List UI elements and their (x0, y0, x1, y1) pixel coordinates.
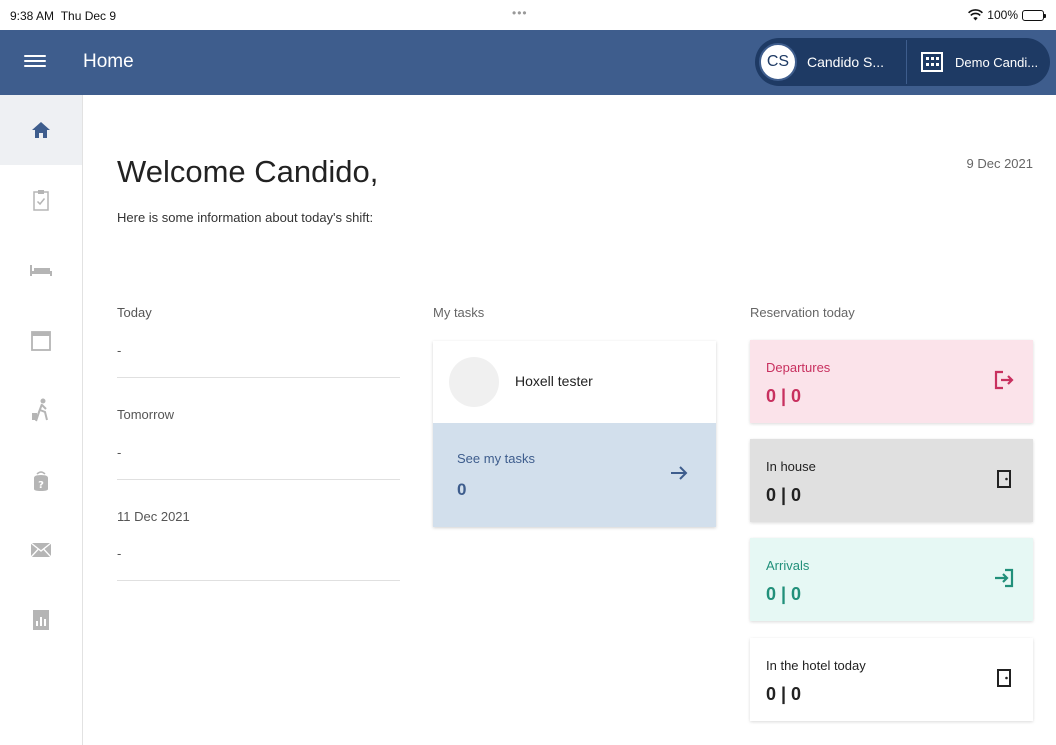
calendar-icon (31, 331, 51, 351)
shift-tomorrow: Tomorrow - (117, 407, 400, 480)
sidebar-item-messages[interactable] (0, 515, 82, 585)
departures-title: Departures (766, 360, 831, 375)
page-title: Home (83, 51, 134, 72)
sidebar: ? (0, 95, 83, 745)
shift-value: - (117, 445, 122, 460)
avatar[interactable]: CS (759, 43, 797, 81)
clipboard-check-icon (33, 190, 49, 211)
shift-title: Tomorrow (117, 407, 175, 422)
arrivals-value: 0 | 0 (766, 584, 802, 604)
sidebar-item-rooms[interactable] (0, 235, 82, 305)
see-my-tasks-button[interactable]: See my tasks 0 (433, 423, 716, 527)
shift-11-dec: 11 Dec 2021 - (117, 509, 400, 581)
shift-value: - (117, 546, 122, 561)
in-house-card[interactable]: In house 0 | 0 (750, 439, 1033, 522)
app-bar: Home CS Candido S... Demo Candi... (0, 30, 1056, 95)
arrow-right-icon (671, 466, 688, 480)
bag-question-icon: ? (34, 471, 48, 491)
welcome-subtitle: Here is some information about today's s… (117, 210, 374, 225)
assignee-avatar (449, 357, 499, 407)
door-enter-icon (995, 568, 1014, 588)
in-house-title: In house (766, 459, 816, 474)
door-exit-icon (994, 370, 1014, 390)
sidebar-item-home[interactable] (0, 95, 82, 165)
in-hotel-today-value: 0 | 0 (766, 684, 802, 704)
user-name[interactable]: Candido S... (807, 54, 897, 70)
battery-icon (1022, 9, 1046, 21)
in-house-value: 0 | 0 (766, 485, 802, 505)
in-hotel-today-card[interactable]: In the hotel today 0 | 0 (750, 638, 1033, 721)
tasks-card: Hoxell tester See my tasks 0 (433, 341, 716, 527)
status-bar: 9:38 AM Thu Dec 9 ••• 100% (0, 0, 1056, 30)
current-date: 9 Dec 2021 (966, 156, 1034, 171)
arrivals-card[interactable]: Arrivals 0 | 0 (750, 538, 1033, 621)
shift-today: Today - (117, 305, 400, 378)
assignee-name: Hoxell tester (515, 373, 593, 389)
battery-percent: 100% (987, 8, 1018, 22)
welcome-heading: Welcome Candido, (117, 154, 379, 189)
sidebar-item-guests[interactable] (0, 375, 82, 445)
departures-card[interactable]: Departures 0 | 0 (750, 340, 1033, 423)
arrivals-title: Arrivals (766, 558, 810, 573)
status-time: 9:38 AM Thu Dec 9 (10, 9, 117, 23)
sidebar-item-calendar[interactable] (0, 305, 82, 375)
task-assignee-row[interactable]: Hoxell tester (433, 341, 716, 423)
svg-text:?: ? (38, 480, 44, 491)
status-indicators: 100% (968, 8, 1046, 22)
wifi-icon (968, 9, 984, 21)
departures-value: 0 | 0 (766, 386, 802, 406)
in-hotel-today-title: In the hotel today (766, 658, 866, 673)
sidebar-item-reports[interactable] (0, 585, 82, 655)
menu-icon[interactable] (22, 52, 48, 74)
multitask-dots[interactable]: ••• (512, 6, 528, 20)
door-icon (997, 470, 1011, 488)
shift-title: 11 Dec 2021 (117, 509, 190, 524)
see-tasks-label: See my tasks (457, 451, 536, 466)
hotel-name[interactable]: Demo Candi... (955, 55, 1043, 70)
shift-value: - (117, 343, 122, 358)
bed-icon (30, 265, 52, 276)
mail-icon (30, 542, 52, 558)
pill-divider (906, 40, 907, 84)
door-icon (997, 669, 1011, 687)
tasks-count: 0 (457, 480, 467, 499)
tasks-label: My tasks (433, 305, 485, 320)
report-icon (33, 610, 49, 630)
shift-title: Today (117, 305, 152, 320)
sidebar-item-tasks[interactable] (0, 165, 82, 235)
sidebar-item-lost-found[interactable]: ? (0, 445, 82, 515)
home-icon (32, 122, 50, 138)
hotel-icon[interactable] (921, 52, 943, 72)
account-switcher[interactable]: CS Candido S... Demo Candi... (755, 38, 1050, 86)
reservations-label: Reservation today (750, 305, 855, 320)
person-luggage-icon (32, 398, 48, 422)
